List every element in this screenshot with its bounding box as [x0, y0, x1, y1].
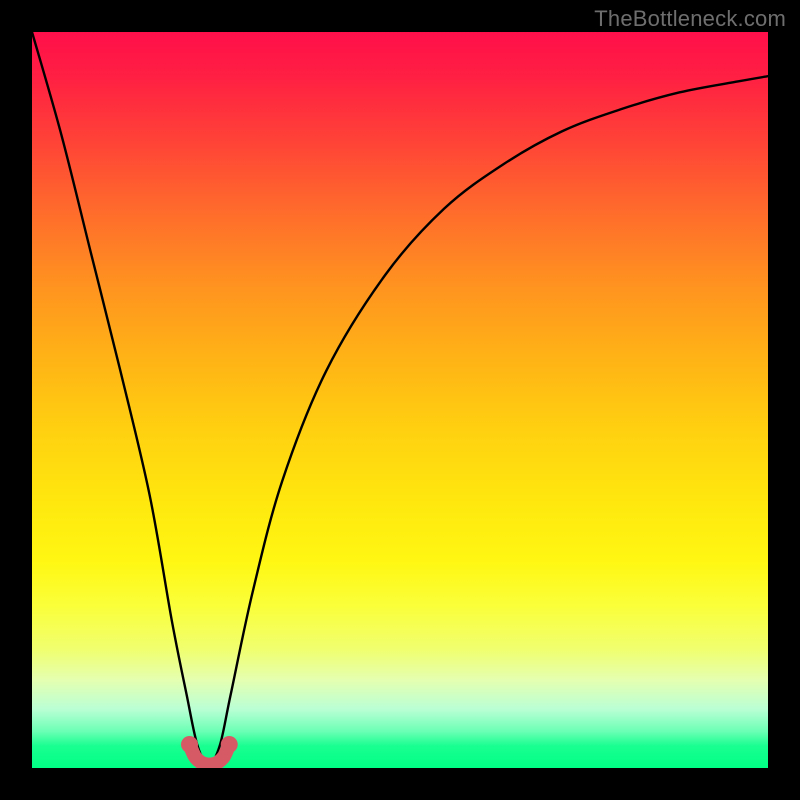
chart-frame: TheBottleneck.com — [0, 0, 800, 800]
bottleneck-curve — [32, 32, 768, 764]
plot-area — [32, 32, 768, 768]
watermark-text: TheBottleneck.com — [594, 6, 786, 32]
curve-svg — [32, 32, 768, 768]
minimum-marker — [181, 736, 238, 765]
